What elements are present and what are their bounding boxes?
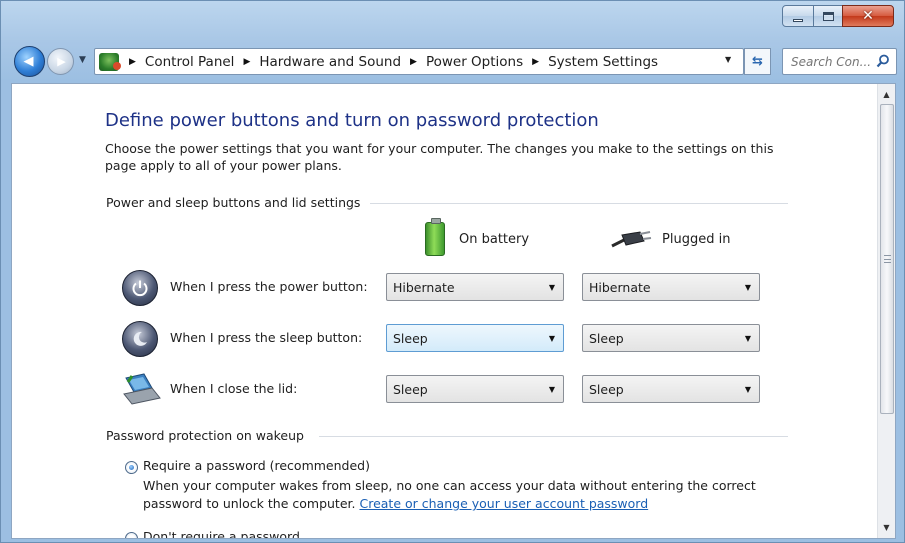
- column-label-plugged-in: Plugged in: [662, 231, 731, 247]
- maximize-button[interactable]: [813, 5, 843, 27]
- recent-pages-dropdown[interactable]: ▼: [79, 55, 86, 65]
- back-button[interactable]: ◀: [14, 46, 45, 77]
- grip-icon: [884, 255, 891, 263]
- select-value: Sleep: [393, 381, 428, 397]
- maximize-icon: [822, 11, 834, 21]
- forward-arrow-icon: ▶: [57, 55, 66, 68]
- chevron-down-icon: ▼: [548, 334, 555, 343]
- chevron-down-icon: ▼: [744, 385, 751, 394]
- scroll-up-icon[interactable]: ▲: [878, 86, 895, 103]
- breadcrumb-separator-icon[interactable]: ▶: [243, 57, 250, 67]
- window-frame: ✕ ◀ ▶ ▼ ▶ Control Panel ▶ Hardware and S…: [0, 0, 905, 543]
- chevron-down-icon: ▼: [548, 283, 555, 292]
- breadcrumb-hardware-and-sound[interactable]: Hardware and Sound: [259, 54, 401, 70]
- chevron-down-icon: ▼: [744, 334, 751, 343]
- chevron-down-icon: ▼: [744, 283, 751, 292]
- close-lid-plugged-select[interactable]: Sleep ▼: [582, 375, 760, 403]
- select-value: Sleep: [589, 330, 624, 346]
- require-password-radio[interactable]: [125, 461, 138, 474]
- breadcrumb-control-panel[interactable]: Control Panel: [145, 54, 235, 70]
- row-label-close-lid: When I close the lid:: [170, 381, 298, 396]
- address-dropdown-icon[interactable]: ▼: [725, 55, 731, 64]
- minimize-button[interactable]: [782, 5, 814, 27]
- sleep-button-plugged-select[interactable]: Sleep ▼: [582, 324, 760, 352]
- column-label-on-battery: On battery: [459, 231, 530, 247]
- select-value: Hibernate: [589, 279, 651, 295]
- search-input[interactable]: [791, 54, 875, 69]
- select-value: Sleep: [393, 330, 428, 346]
- address-bar[interactable]: ▶ Control Panel ▶ Hardware and Sound ▶ P…: [94, 48, 744, 75]
- column-header-plugged: Plugged in: [610, 220, 730, 258]
- breadcrumb-system-settings[interactable]: System Settings: [548, 54, 658, 70]
- page-title: Define power buttons and turn on passwor…: [105, 110, 599, 131]
- sleep-button-battery-select[interactable]: Sleep ▼: [386, 324, 564, 352]
- no-password-radio[interactable]: [125, 532, 138, 538]
- page-description: Choose the power settings that you want …: [105, 141, 774, 173]
- change-password-link[interactable]: Create or change your user account passw…: [359, 496, 648, 511]
- breadcrumb-separator-icon[interactable]: ▶: [532, 57, 539, 67]
- column-header-battery: On battery: [425, 218, 530, 258]
- row-label-power-button: When I press the power button:: [170, 279, 368, 294]
- require-password-label[interactable]: Require a password (recommended): [143, 458, 370, 473]
- breadcrumb-power-options[interactable]: Power Options: [426, 54, 523, 70]
- refresh-icon: ⇆: [752, 54, 763, 69]
- moon-icon: [122, 321, 158, 357]
- close-icon: ✕: [862, 8, 874, 24]
- navigation-bar: ◀ ▶ ▼ ▶ Control Panel ▶ Hardware and Sou…: [1, 35, 905, 83]
- breadcrumb-separator-icon[interactable]: ▶: [410, 57, 417, 67]
- power-button-plugged-select[interactable]: Hibernate ▼: [582, 273, 760, 301]
- laptop-lid-icon: [123, 373, 161, 405]
- setting-row-close-lid: When I close the lid: Sleep ▼ Sleep ▼: [122, 370, 822, 410]
- back-arrow-icon: ◀: [23, 54, 34, 69]
- section-heading-buttons: Power and sleep buttons and lid settings: [106, 195, 361, 210]
- search-icon[interactable]: [876, 54, 890, 68]
- power-button-battery-select[interactable]: Hibernate ▼: [386, 273, 564, 301]
- close-button[interactable]: ✕: [842, 5, 894, 27]
- plug-icon: [611, 231, 652, 248]
- breadcrumb-separator-icon[interactable]: ▶: [129, 57, 136, 67]
- no-password-label[interactable]: Don't require a password: [143, 529, 300, 538]
- search-box[interactable]: [782, 48, 897, 75]
- scrollbar-thumb[interactable]: [880, 104, 894, 414]
- vertical-scrollbar[interactable]: ▲ ▼: [877, 84, 895, 538]
- scroll-down-icon[interactable]: ▼: [878, 519, 895, 536]
- section-divider: [319, 436, 788, 437]
- minimize-icon: [793, 18, 803, 22]
- control-panel-icon: [99, 52, 121, 71]
- close-lid-battery-select[interactable]: Sleep ▼: [386, 375, 564, 403]
- require-password-description: When your computer wakes from sleep, no …: [143, 477, 793, 513]
- content-pane: Define power buttons and turn on passwor…: [11, 83, 896, 539]
- chevron-down-icon: ▼: [548, 385, 555, 394]
- section-divider: [370, 203, 788, 204]
- select-value: Sleep: [589, 381, 624, 397]
- section-heading-password: Password protection on wakeup: [106, 428, 304, 443]
- select-value: Hibernate: [393, 279, 455, 295]
- refresh-button[interactable]: ⇆: [744, 48, 771, 75]
- title-bar: ✕: [1, 1, 905, 35]
- setting-row-sleep-button: When I press the sleep button: Sleep ▼ S…: [122, 319, 822, 359]
- row-label-sleep-button: When I press the sleep button:: [170, 330, 363, 345]
- setting-row-power-button: When I press the power button: Hibernate…: [122, 268, 822, 308]
- forward-button[interactable]: ▶: [47, 48, 74, 75]
- battery-icon: [425, 218, 445, 256]
- power-icon: [122, 270, 158, 306]
